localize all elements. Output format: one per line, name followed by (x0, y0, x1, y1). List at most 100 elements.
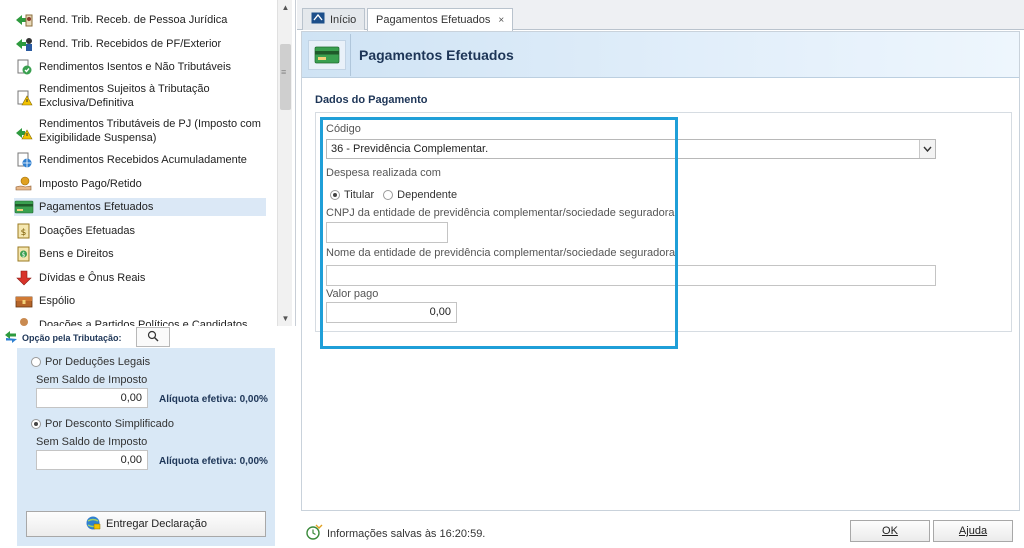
titular-option[interactable]: Titular (330, 189, 374, 201)
valor-pago-label: Valor pago (326, 288, 379, 300)
nav-item-espolio[interactable]: Espólio (14, 292, 266, 310)
status-message: Informações salvas às 16:20:59. (305, 524, 485, 543)
close-icon[interactable]: × (498, 15, 504, 26)
titular-label: Titular (344, 189, 375, 201)
nav-item-tributacao-exclusiva[interactable]: Rendimentos Sujeitos à Tributação Exclusi… (14, 82, 266, 114)
page-title: Pagamentos Efetuados (359, 47, 514, 63)
nav-item-label: Pagamentos Efetuados (39, 201, 154, 213)
saved-clock-icon (305, 524, 323, 543)
nav-item-label-line1: Rendimentos Tributáveis de PJ (Imposto c… (39, 118, 261, 130)
search-icon (147, 330, 159, 345)
nav-item-label: Rendimentos Sujeitos à Tributação Exclusi… (39, 82, 210, 110)
nav-item-label: Rendimentos Recebidos Acumuladamente (39, 154, 247, 166)
tab-pagamentos-label: Pagamentos Efetuados (376, 14, 491, 26)
ok-button-label: OK (882, 525, 898, 537)
coin-doc-icon: $ (14, 222, 34, 240)
tributacao-options-box: Por Deduções Legais Sem Saldo de Imposto… (17, 348, 275, 546)
dependente-label: Dependente (397, 189, 458, 201)
scroll-up-icon[interactable]: ▲ (278, 0, 293, 15)
down-arrow-icon (14, 269, 34, 287)
scrollbar-grip-icon: ≡ (281, 67, 287, 77)
nav-item-bens-direitos[interactable]: $ Bens e Direitos (14, 245, 266, 263)
nav-item-rend-trib-pf-exterior[interactable]: Rend. Trib. Recebidos de PF/Exterior (14, 35, 266, 53)
arrow-warning-icon (14, 124, 34, 142)
nav-item-imposto-pago[interactable]: Imposto Pago/Retido (14, 175, 266, 193)
nav-item-doacoes-partidos[interactable]: Doações a Partidos Políticos e Candidato… (14, 316, 266, 326)
nav-item-label-line1: Rendimentos Sujeitos à Tributação (39, 83, 210, 95)
desconto-simplificado-label: Por Desconto Simplificado (45, 418, 175, 430)
tributacao-search-button[interactable] (136, 327, 170, 347)
ok-button[interactable]: OK (850, 520, 930, 542)
svg-text:$: $ (21, 228, 27, 238)
doc-globe-icon (14, 151, 34, 169)
person-icon (14, 316, 34, 326)
nome-input[interactable] (326, 265, 936, 286)
chest-icon (14, 292, 34, 310)
scrollbar-thumb[interactable] (280, 44, 291, 110)
arrow-person-icon (14, 35, 34, 53)
content-area: Pagamentos Efetuados Dados do Pagamento … (301, 31, 1020, 511)
nav-item-label: Rendimentos Tributáveis de PJ (Imposto c… (39, 117, 261, 145)
declaration-nav-tree: Rend. Trib. Receb. de Pessoa Jurídica Re… (0, 0, 276, 326)
dependente-option[interactable]: Dependente (383, 189, 457, 201)
nav-item-isentos[interactable]: Rendimentos Isentos e Não Tributáveis (14, 58, 266, 76)
cnpj-input[interactable] (326, 222, 448, 243)
nav-item-label: Rend. Trib. Receb. de Pessoa Jurídica (39, 14, 228, 26)
status-message-text: Informações salvas às 16:20:59. (327, 527, 486, 540)
chevron-down-icon[interactable] (919, 140, 935, 158)
deducoes-legais-option[interactable]: Por Deduções Legais (31, 356, 150, 368)
dependente-radio[interactable] (383, 190, 394, 200)
nav-item-label: Rendimentos Isentos e Não Tributáveis (39, 61, 231, 73)
section-title: Dados do Pagamento (315, 94, 428, 106)
titular-radio[interactable] (330, 190, 340, 200)
entregar-declaracao-label: Entregar Declaração (106, 518, 207, 530)
arrow-person-icon (14, 11, 34, 29)
status-bar: Informações salvas às 16:20:59. OK Ajuda (297, 514, 1024, 548)
pagamento-form: Código 36 - Previdência Complementar. De… (315, 112, 1012, 332)
nav-scrollbar[interactable]: ▲ ≡ ▼ (277, 0, 292, 326)
desconto-simplificado-radio[interactable] (31, 419, 41, 429)
despesa-options: Titular Dependente (330, 189, 466, 201)
tributacao-arrows-icon (4, 330, 18, 347)
deducoes-valor-field: 0,00 (36, 388, 148, 408)
nav-item-label: Doações a Partidos Políticos e Candidato… (39, 319, 248, 326)
page-header: Pagamentos Efetuados (302, 32, 1019, 78)
deducoes-legais-label: Por Deduções Legais (45, 356, 151, 368)
doc-warning-icon (14, 89, 34, 107)
codigo-value: 36 - Previdência Complementar. (331, 143, 489, 155)
ajuda-button[interactable]: Ajuda (933, 520, 1013, 542)
simplificado-saldo-text: Sem Saldo de Imposto (36, 436, 148, 448)
cut-item-icon (20, 0, 40, 4)
desconto-simplificado-option[interactable]: Por Desconto Simplificado (31, 418, 174, 430)
nav-item-dividas[interactable]: Dívidas e Ônus Reais (14, 269, 266, 287)
nav-item-pagamentos-efetuados[interactable]: Pagamentos Efetuados (14, 198, 266, 216)
home-icon (311, 12, 325, 27)
nome-label: Nome da entidade de previdência compleme… (326, 247, 676, 259)
nav-item-exigibilidade-suspensa[interactable]: Rendimentos Tributáveis de PJ (Imposto c… (14, 117, 266, 149)
nav-item-label: Imposto Pago/Retido (39, 178, 142, 190)
entregar-declaracao-button[interactable]: Entregar Declaração (26, 511, 266, 537)
tab-pagamentos-efetuados[interactable]: Pagamentos Efetuados × (367, 8, 514, 31)
nav-item-rend-trib-pj[interactable]: Rend. Trib. Receb. de Pessoa Jurídica (14, 11, 266, 29)
simplificado-aliquota-text: Alíquota efetiva: 0,00% (159, 456, 268, 467)
header-divider (350, 34, 351, 76)
tab-bar: Início Pagamentos Efetuados × (297, 0, 1024, 31)
valor-pago-input[interactable]: 0,00 (326, 302, 457, 323)
nav-item-label-line2: Exclusiva/Definitiva (39, 97, 134, 109)
simplificado-valor-field: 0,00 (36, 450, 148, 470)
doc-check-icon (14, 58, 34, 76)
nav-item-acumuladamente[interactable]: Rendimentos Recebidos Acumuladamente (14, 151, 266, 169)
codigo-label: Código (326, 123, 361, 135)
nav-item-label: Dívidas e Ônus Reais (39, 272, 146, 284)
deducoes-saldo-text: Sem Saldo de Imposto (36, 374, 148, 386)
deducoes-legais-radio[interactable] (31, 357, 41, 367)
svg-text:$: $ (22, 252, 26, 259)
codigo-select[interactable]: 36 - Previdência Complementar. (326, 139, 936, 159)
tributacao-panel: Opção pela Tributação: Por Deduções Lega… (0, 326, 296, 548)
scroll-down-icon[interactable]: ▼ (278, 311, 293, 326)
tab-inicio[interactable]: Início (302, 8, 366, 30)
card-icon (308, 40, 346, 70)
nav-item-doacoes-efetuadas[interactable]: $ Doações Efetuadas (14, 222, 266, 240)
nav-item-label: Espólio (39, 295, 76, 307)
main-panel: Início Pagamentos Efetuados × Pagamentos… (297, 0, 1024, 548)
